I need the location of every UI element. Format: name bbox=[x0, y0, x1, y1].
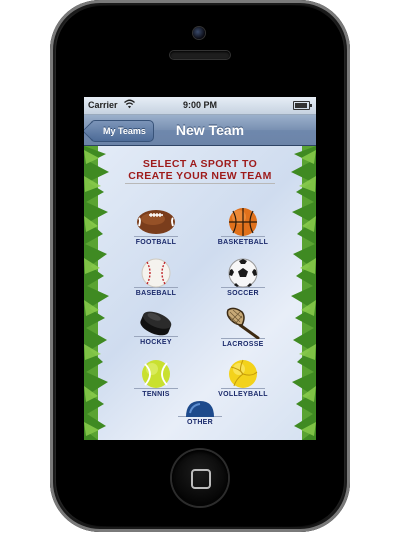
football-icon bbox=[137, 210, 175, 234]
lacrosse-stick-icon bbox=[226, 307, 260, 339]
clock: 9:00 PM bbox=[182, 100, 217, 110]
sport-label: BASEBALL bbox=[116, 287, 196, 297]
instruction-heading: SELECT A SPORT TO CREATE YOUR NEW TEAM bbox=[84, 158, 316, 184]
helmet-icon bbox=[186, 401, 214, 417]
sport-label: OTHER bbox=[160, 416, 240, 426]
sport-tennis[interactable]: TENNIS bbox=[116, 359, 196, 398]
sport-label: SOCCER bbox=[203, 287, 283, 297]
screen: Carrier 9:00 PM My Teams New Team SELECT… bbox=[84, 97, 316, 440]
grass-border-right bbox=[291, 146, 316, 440]
sport-football[interactable]: FOOTBALL bbox=[116, 207, 196, 246]
home-button[interactable] bbox=[172, 450, 228, 506]
earpiece-speaker bbox=[170, 51, 230, 59]
grass-border-left bbox=[84, 146, 109, 440]
soccer-ball-icon bbox=[228, 258, 258, 288]
sport-basketball[interactable]: BASKETBALL bbox=[203, 207, 283, 246]
volleyball-icon bbox=[229, 359, 258, 388]
status-bar: Carrier 9:00 PM bbox=[84, 97, 316, 115]
battery-icon bbox=[293, 101, 312, 110]
sport-selection-panel: SELECT A SPORT TO CREATE YOUR NEW TEAM F… bbox=[84, 146, 316, 440]
baseball-icon bbox=[141, 258, 171, 288]
tennis-ball-icon bbox=[142, 360, 170, 388]
sport-hockey[interactable]: HOCKEY bbox=[116, 309, 196, 346]
sport-label: VOLLEYBALL bbox=[203, 388, 283, 398]
navigation-bar: My Teams New Team bbox=[84, 115, 316, 146]
sport-label: TENNIS bbox=[116, 388, 196, 398]
heading-divider bbox=[125, 183, 275, 184]
hockey-puck-icon bbox=[140, 311, 172, 336]
sport-baseball[interactable]: BASEBALL bbox=[116, 258, 196, 297]
sport-label: FOOTBALL bbox=[116, 236, 196, 246]
front-camera bbox=[193, 27, 205, 39]
basketball-icon bbox=[229, 208, 257, 236]
sport-label: HOCKEY bbox=[116, 336, 196, 346]
sport-volleyball[interactable]: VOLLEYBALL bbox=[203, 359, 283, 398]
sport-lacrosse[interactable]: LACROSSE bbox=[203, 307, 283, 348]
instruction-line-1: SELECT A SPORT TO bbox=[142, 158, 258, 170]
sport-soccer[interactable]: SOCCER bbox=[203, 258, 283, 297]
sport-other[interactable]: OTHER bbox=[160, 399, 240, 426]
sport-label: LACROSSE bbox=[203, 338, 283, 348]
sport-label: BASKETBALL bbox=[203, 236, 283, 246]
instruction-line-2: CREATE YOUR NEW TEAM bbox=[128, 170, 272, 182]
page-title: New Team bbox=[175, 122, 245, 138]
